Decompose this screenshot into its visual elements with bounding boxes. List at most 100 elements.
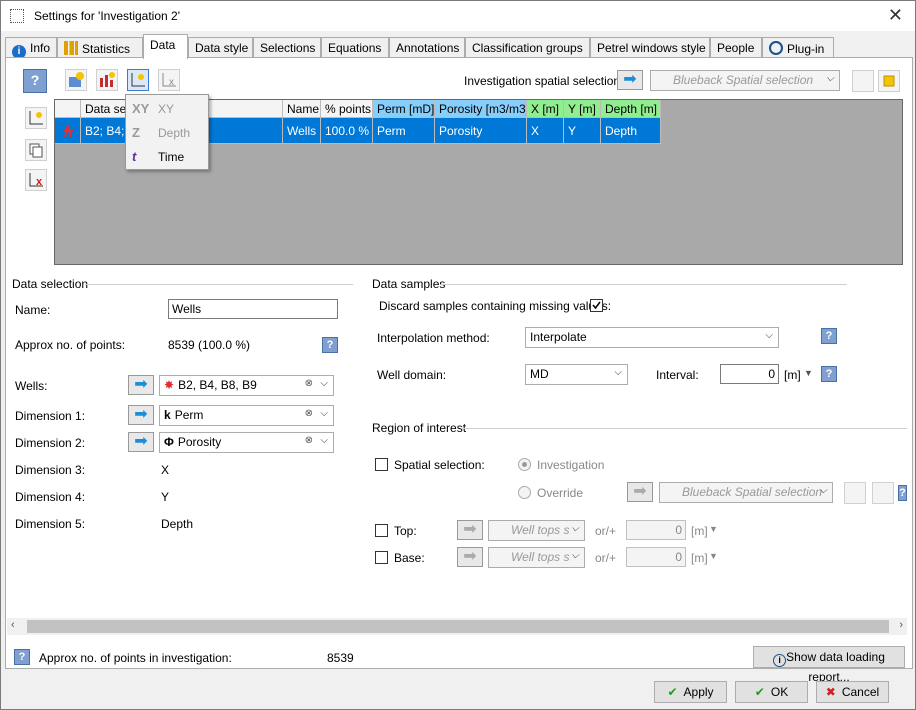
clear-icon[interactable]: ⊗: [305, 408, 313, 419]
spatial-selection-label: Spatial selection:: [394, 458, 485, 472]
tab-selections[interactable]: Selections: [253, 37, 321, 58]
top-arrow-button[interactable]: ➡: [457, 520, 483, 540]
unit-dropdown-icon[interactable]: ▼: [709, 524, 718, 534]
add-row-icon[interactable]: [25, 107, 47, 129]
investigation-radio[interactable]: [518, 458, 531, 471]
delete-row-icon[interactable]: x: [25, 169, 47, 191]
cancel-button[interactable]: ✖ Cancel: [816, 681, 889, 703]
override-combo[interactable]: Blueback Spatial selection ⌵: [659, 482, 833, 503]
base-unit[interactable]: [m]: [691, 551, 708, 565]
dimension-1-combo[interactable]: k Perm ⊗ ⌵: [159, 405, 334, 426]
chevron-down-icon: ⌵: [320, 435, 328, 446]
tab-petrel-windows-style[interactable]: Petrel windows style: [590, 37, 710, 58]
grid-header-y[interactable]: Y [m]: [564, 100, 601, 118]
grid-cell-perm[interactable]: Perm: [373, 118, 435, 144]
top-offset-input[interactable]: 0: [626, 520, 686, 540]
scroll-left-icon[interactable]: ‹: [11, 619, 15, 631]
menu-item-xy[interactable]: XY XY: [126, 97, 208, 121]
new-selection-icon[interactable]: [878, 70, 900, 92]
grid-cell-porosity[interactable]: Porosity: [435, 118, 527, 144]
spatial-selection-checkbox[interactable]: [375, 458, 388, 471]
combo-value: Blueback Spatial selection: [682, 485, 823, 499]
add-dimension-icon[interactable]: [127, 69, 149, 91]
tab-classification-groups[interactable]: Classification groups: [465, 37, 590, 58]
tab-info[interactable]: i Info: [5, 37, 57, 59]
help-icon[interactable]: ?: [821, 366, 837, 382]
discard-checkbox[interactable]: [590, 299, 603, 312]
tab-data[interactable]: Data: [143, 34, 188, 59]
well-domain-combo[interactable]: MD ⌵: [525, 364, 628, 385]
help-icon[interactable]: ?: [23, 69, 47, 93]
grid-cell-x[interactable]: X: [527, 118, 564, 144]
grid-cell-points[interactable]: 100.0 %: [321, 118, 373, 144]
chevron-down-icon: ⌵: [826, 73, 834, 84]
spatial-selection-combo[interactable]: Blueback Spatial selection ⌵: [650, 70, 840, 91]
grid-cell-depth[interactable]: Depth: [601, 118, 661, 144]
spatial-arrow-button[interactable]: ➡: [617, 70, 643, 90]
interval-input[interactable]: 0: [720, 364, 779, 384]
add-stats-icon[interactable]: [96, 69, 118, 91]
grid-header-depth[interactable]: Depth [m]: [601, 100, 661, 118]
add-data-icon[interactable]: [65, 69, 87, 91]
clear-icon[interactable]: ⊗: [305, 435, 313, 446]
base-arrow-button[interactable]: ➡: [457, 547, 483, 567]
info-icon: i: [773, 654, 787, 667]
tab-plug-in[interactable]: Plug-in: [762, 37, 834, 58]
help-icon[interactable]: ?: [322, 337, 338, 353]
grid-header-points[interactable]: % points: [321, 100, 373, 118]
top-checkbox[interactable]: [375, 524, 388, 537]
dimension-2-combo[interactable]: Φ Porosity ⊗ ⌵: [159, 432, 334, 453]
settings-icon[interactable]: [852, 70, 874, 92]
top-unit[interactable]: [m]: [691, 524, 708, 538]
wells-arrow-button[interactable]: ➡: [128, 375, 154, 395]
combo-value: MD: [530, 367, 549, 381]
tab-equations[interactable]: Equations: [321, 37, 389, 58]
remove-dimension-icon[interactable]: x: [158, 69, 180, 91]
close-icon[interactable]: ✕: [888, 5, 903, 26]
grid-header-perm[interactable]: Perm [mD]: [373, 100, 435, 118]
grid-header-x[interactable]: X [m]: [527, 100, 564, 118]
scroll-right-icon[interactable]: ›: [899, 619, 903, 631]
unit-dropdown-icon[interactable]: ▼: [804, 368, 813, 378]
tab-label: Data: [150, 38, 176, 52]
tab-people[interactable]: People: [710, 37, 762, 58]
override-radio[interactable]: [518, 486, 531, 499]
dim1-arrow-button[interactable]: ➡: [128, 405, 154, 425]
tab-label: Data style: [195, 41, 249, 55]
apply-button[interactable]: ✔ Apply: [654, 681, 727, 703]
top-combo[interactable]: Well tops s ⌵: [488, 520, 585, 541]
unit-dropdown-icon[interactable]: ▼: [709, 551, 718, 561]
grid-header-name[interactable]: Name: [283, 100, 321, 118]
base-combo[interactable]: Well tops s ⌵: [488, 547, 585, 568]
tab-data-style[interactable]: Data style: [188, 37, 253, 58]
override-arrow-button[interactable]: ➡: [627, 482, 653, 502]
wells-combo[interactable]: ✸ B2, B4, B8, B9 ⊗ ⌵: [159, 375, 334, 396]
dimension-4-label: Dimension 4:: [15, 490, 86, 504]
interval-unit[interactable]: [m]: [784, 368, 801, 382]
plugin-icon: [769, 41, 783, 55]
help-icon[interactable]: ?: [821, 328, 837, 344]
grid-cell-name[interactable]: Wells: [283, 118, 321, 144]
grid-cell-y[interactable]: Y: [564, 118, 601, 144]
show-report-button[interactable]: i Show data loading report...: [753, 646, 905, 684]
new-selection-icon[interactable]: [872, 482, 894, 504]
dim2-arrow-button[interactable]: ➡: [128, 432, 154, 452]
tab-statistics[interactable]: Statistics: [57, 37, 143, 58]
copy-row-icon[interactable]: [25, 139, 47, 161]
menu-item-depth[interactable]: Z Depth: [126, 121, 208, 145]
clear-icon[interactable]: ⊗: [305, 378, 313, 389]
base-offset-input[interactable]: 0: [626, 547, 686, 567]
settings-icon[interactable]: [844, 482, 866, 504]
interpolation-combo[interactable]: Interpolate ⌵: [525, 327, 779, 348]
grid-header-porosity[interactable]: Porosity [m3/m3]: [435, 100, 527, 118]
base-checkbox[interactable]: [375, 551, 388, 564]
chevron-down-icon: ⌵: [819, 485, 827, 496]
help-icon[interactable]: ?: [14, 649, 30, 665]
tab-annotations[interactable]: Annotations: [389, 37, 465, 58]
horizontal-scrollbar[interactable]: ‹ ›: [7, 618, 907, 635]
menu-item-time[interactable]: t Time: [126, 145, 208, 169]
help-icon[interactable]: ?: [898, 485, 907, 501]
name-input[interactable]: Wells: [168, 299, 338, 319]
ok-button[interactable]: ✔ OK: [735, 681, 808, 703]
scroll-thumb[interactable]: [27, 620, 889, 633]
